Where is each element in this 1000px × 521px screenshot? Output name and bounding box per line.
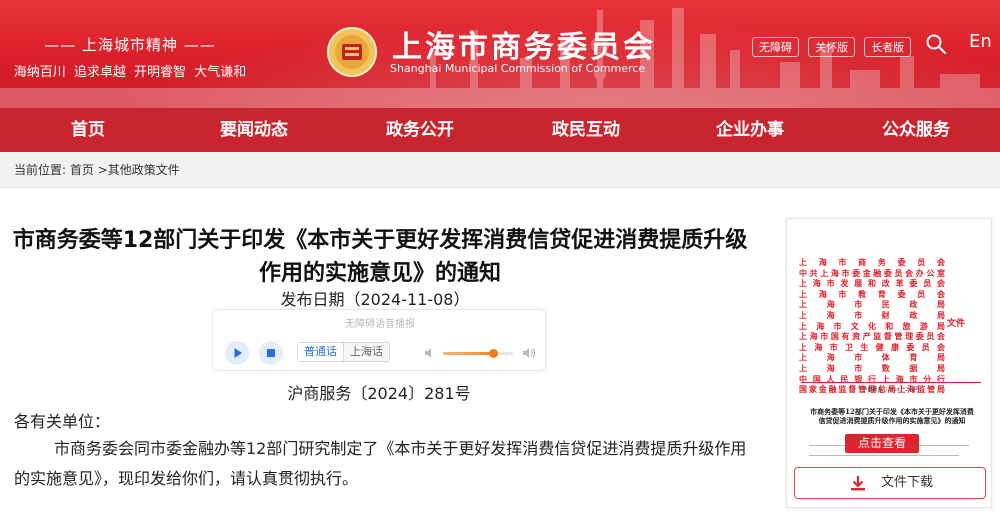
audio-reader-player: 无障碍语音播报 普通话 上海话	[212, 309, 546, 371]
article-title: 市商务委等12部门关于印发《本市关于更好发挥消费信贷促进消费提质升级作用的实施意…	[12, 228, 748, 286]
play-icon	[234, 348, 242, 358]
dialect-switch: 普通话 上海话	[297, 342, 390, 362]
player-hint: 无障碍语音播报	[345, 319, 415, 330]
nav-item-business[interactable]: 企业办事	[690, 108, 810, 152]
volume-high-icon[interactable]	[521, 346, 537, 360]
volume-low-icon[interactable]	[423, 346, 437, 360]
red-header-rule	[801, 382, 981, 383]
agency-name: 上海市国有资产监督管理委员会	[799, 331, 945, 342]
language-switch-english[interactable]: En	[969, 31, 992, 52]
motto-title: —— 上海城市精神 ——	[44, 36, 216, 54]
download-file-button[interactable]: 文件下载	[794, 467, 986, 499]
agency-name: 中共上海市委金融委员会办公室	[799, 267, 945, 278]
salutation: 各有关单位：	[14, 412, 111, 431]
volume-slider[interactable]	[443, 349, 513, 358]
thumbnail-title: 市商务委等12部门关于印发《本市关于更好发挥消费信贷促进消费提质升级作用的实施意…	[810, 407, 974, 425]
download-icon	[851, 476, 865, 491]
care-mode-button[interactable]: 关怀版	[808, 37, 856, 57]
view-document-button[interactable]: 点击查看	[845, 434, 919, 453]
search-icon[interactable]	[925, 33, 947, 55]
document-card: 上海市商务委员会 中共上海市委金融委员会办公室 上海市发展和改革委员会 上海市教育委员…	[786, 218, 992, 508]
agency-name: 上海市数据局	[799, 362, 945, 373]
thumbnail-doc-number: 沪商服务〔2024〕281号	[862, 387, 920, 393]
agency-name: 上海市民政局	[799, 299, 945, 310]
thumbnail-text-line	[809, 455, 959, 456]
agency-name: 上海市体育局	[799, 352, 945, 363]
agency-name: 上海市发展和改革委员会	[799, 278, 945, 289]
publish-date: 发布日期（2024-11-08）	[280, 290, 470, 309]
stop-icon	[267, 349, 275, 357]
document-number: 沪商服务〔2024〕281号	[287, 384, 471, 403]
breadcrumb: 当前位置: 首页 >其他政策文件	[0, 152, 1000, 188]
breadcrumb-label: 当前位置:	[14, 163, 67, 177]
nav-item-government-affairs[interactable]: 政务公开	[360, 108, 480, 152]
shanghainese-option[interactable]: 上海话	[344, 343, 389, 361]
accessibility-tools: 无障碍 关怀版 长者版	[752, 36, 915, 57]
site-subtitle: Shanghai Municipal Commission of Commerc…	[390, 62, 646, 75]
city-spirit-motto: —— 上海城市精神 —— 海纳百川 追求卓越 开明睿智 大气谦和	[0, 34, 260, 80]
document-label: 文件	[947, 319, 966, 329]
mandarin-option[interactable]: 普通话	[298, 343, 344, 361]
agency-name: 上海市商务委员会	[799, 257, 945, 267]
motto-values: 海纳百川 追求卓越 开明睿智 大气谦和	[13, 65, 247, 80]
site-header: —— 上海城市精神 —— 海纳百川 追求卓越 开明睿智 大气谦和 上海市商务委员…	[0, 0, 1000, 108]
article-body: 市商务委会同市委金融办等12部门研究制定了《本市关于更好发挥消费信贷促进消费提质…	[14, 439, 747, 488]
breadcrumb-path[interactable]: 首页 >其他政策文件	[70, 163, 180, 177]
volume-fill	[443, 352, 494, 355]
nav-item-news[interactable]: 要闻动态	[194, 108, 314, 152]
issuing-agencies: 上海市商务委员会 中共上海市委金融委员会办公室 上海市发展和改革委员会 上海市教育委员…	[799, 257, 945, 395]
agency-name: 上海市教育委员会	[799, 288, 945, 299]
commission-emblem-icon[interactable]	[326, 26, 378, 78]
accessibility-button[interactable]: 无障碍	[752, 37, 799, 57]
stop-button[interactable]	[259, 341, 283, 365]
agency-name: 上海市文化和旅游局	[799, 320, 945, 331]
download-label: 文件下载	[881, 475, 934, 490]
nav-item-interaction[interactable]: 政民互动	[526, 108, 646, 152]
elder-mode-button[interactable]: 长者版	[864, 37, 912, 57]
main-nav: 首页 要闻动态 政务公开 政民互动 企业办事 公众服务	[0, 108, 1000, 152]
nav-item-public-services[interactable]: 公众服务	[856, 108, 976, 152]
agency-name: 上海市财政局	[799, 309, 945, 320]
agency-name: 上海市卫生健康委员会	[799, 341, 945, 352]
nav-item-home[interactable]: 首页	[28, 108, 148, 152]
site-title[interactable]: 上海市商务委员会	[392, 22, 656, 66]
play-button[interactable]	[225, 341, 249, 365]
volume-knob[interactable]	[489, 349, 499, 358]
